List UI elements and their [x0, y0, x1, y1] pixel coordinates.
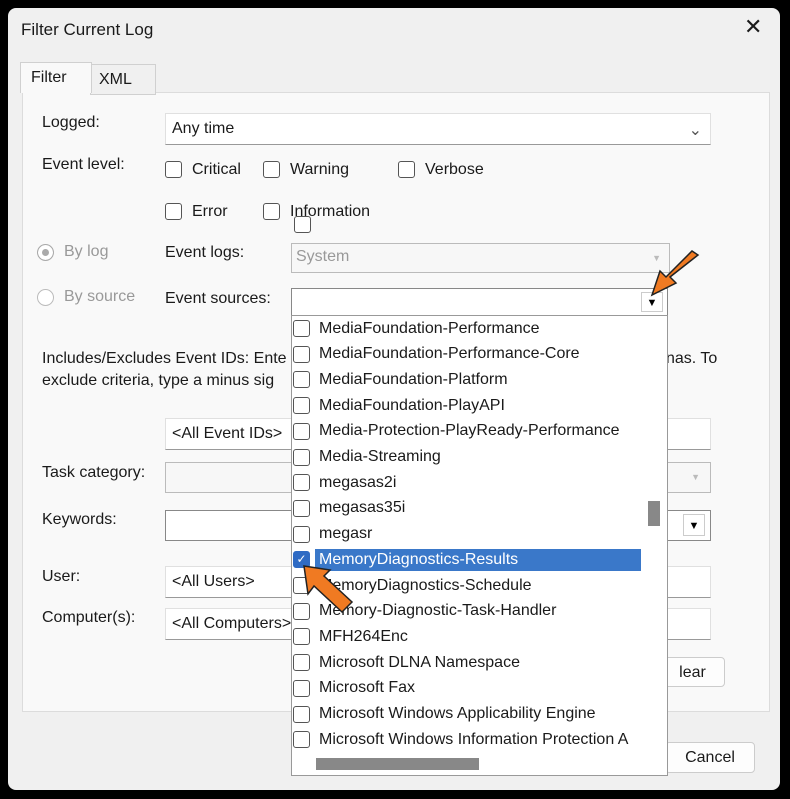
event-sources-select[interactable]: ▼ — [291, 288, 668, 316]
logged-label: Logged: — [42, 114, 100, 131]
stray-checkbox[interactable] — [294, 216, 311, 233]
keywords-label: Keywords: — [42, 511, 117, 528]
error-label: Error — [192, 203, 228, 220]
source-label: Microsoft DLNA Namespace — [319, 653, 520, 671]
source-label: MediaFoundation-PlayAPI — [319, 396, 505, 414]
source-label: Microsoft Fax — [319, 679, 416, 697]
by-source-label: By source — [64, 288, 136, 305]
source-list-item[interactable]: MediaFoundation-PlayAPI — [292, 393, 642, 418]
event-logs-select[interactable]: System ▼ — [291, 243, 670, 273]
source-label: Media-Streaming — [319, 448, 441, 465]
error-checkbox[interactable] — [165, 203, 182, 220]
verbose-checkbox[interactable] — [398, 161, 415, 178]
source-list-item[interactable]: MediaFoundation-Performance — [292, 316, 642, 341]
event-level-label: Event level: — [42, 156, 125, 173]
source-label: MediaFoundation-Platform — [319, 370, 508, 388]
source-list-item[interactable]: MediaFoundation-Performance-Core — [292, 342, 642, 367]
source-list-item[interactable]: Media-Protection-PlayReady-Performance — [292, 419, 642, 444]
source-checkbox[interactable] — [293, 499, 310, 517]
task-category-label: Task category: — [42, 464, 146, 481]
source-checkbox[interactable] — [293, 474, 310, 492]
source-list-item[interactable]: Microsoft DLNA Namespace — [292, 650, 642, 675]
source-checkbox[interactable] — [293, 679, 310, 697]
annotation-arrow-icon — [650, 250, 700, 297]
source-checkbox[interactable] — [293, 525, 310, 543]
source-checkbox[interactable] — [293, 397, 310, 415]
chevron-down-icon: ⌄ — [688, 122, 702, 139]
event-sources-dropdown-list[interactable]: MediaFoundation-Performance MediaFoundati… — [291, 315, 668, 776]
tab-filter[interactable]: Filter — [20, 62, 92, 93]
warning-checkbox[interactable] — [263, 161, 280, 178]
by-log-label: By log — [64, 243, 109, 260]
tab-xml[interactable]: XML — [90, 64, 156, 95]
critical-checkbox[interactable] — [165, 161, 182, 178]
annotation-arrow-icon — [303, 565, 354, 614]
source-list-item[interactable]: Microsoft Windows Applicability Engine — [292, 702, 642, 727]
close-icon[interactable]: ✕ — [744, 14, 762, 40]
source-list-item[interactable]: megasas35i — [292, 496, 642, 521]
source-checkbox[interactable] — [293, 345, 310, 363]
source-label: megasas2i — [319, 473, 397, 491]
event-logs-value: System — [296, 248, 350, 265]
warning-label: Warning — [290, 161, 349, 178]
by-source-radio[interactable] — [37, 289, 54, 306]
source-label: megasr — [319, 525, 373, 543]
source-list-item[interactable]: MediaFoundation-Platform — [292, 367, 642, 392]
source-label: Microsoft Windows Applicability Engine — [319, 705, 596, 722]
dialog-title: Filter Current Log — [21, 20, 154, 39]
logged-select[interactable]: Any time ⌄ — [165, 113, 711, 145]
source-list-item[interactable]: Microsoft Windows Information Protection… — [292, 727, 642, 752]
source-label: Media-Protection-PlayReady-Performance — [319, 422, 620, 440]
source-checkbox[interactable] — [293, 731, 310, 749]
source-checkbox[interactable] — [293, 320, 310, 337]
source-list-item[interactable]: Media-Streaming — [292, 445, 642, 470]
computers-value: <All Computers> — [172, 615, 292, 632]
user-value: <All Users> — [172, 573, 255, 590]
source-checkbox[interactable] — [293, 448, 310, 466]
critical-label: Critical — [192, 161, 241, 178]
source-label: MediaFoundation-Performance-Core — [319, 345, 580, 363]
event-logs-label: Event logs: — [165, 244, 245, 261]
user-label: User: — [42, 568, 81, 585]
source-checkbox[interactable] — [293, 705, 310, 723]
dropdown-arrow-icon: ▼ — [691, 472, 700, 482]
help-text-line1-end: nas. To — [666, 350, 718, 367]
vertical-scrollbar-thumb[interactable] — [648, 501, 660, 526]
source-label: MediaFoundation-Performance — [319, 319, 540, 337]
source-checkbox[interactable] — [293, 654, 310, 672]
source-list-item[interactable]: megasas2i — [292, 470, 642, 495]
help-text-line1: Includes/Excludes Event IDs: Ente — [42, 350, 287, 367]
cancel-button[interactable]: Cancel — [665, 742, 755, 773]
source-label: megasas35i — [319, 499, 406, 517]
source-checkbox[interactable] — [293, 371, 310, 389]
horizontal-scrollbar-thumb[interactable] — [316, 758, 479, 770]
by-log-radio[interactable] — [37, 244, 54, 261]
source-list-item[interactable]: Microsoft Fax — [292, 676, 642, 701]
dropdown-arrow-icon[interactable]: ▼ — [683, 514, 705, 536]
source-checkbox[interactable] — [293, 628, 310, 646]
information-checkbox[interactable] — [263, 203, 280, 220]
event-ids-value: <All Event IDs> — [172, 425, 283, 442]
source-label: MFH264Enc — [319, 627, 408, 645]
logged-value: Any time — [172, 120, 235, 137]
source-label: Microsoft Windows Information Protection… — [319, 730, 629, 748]
verbose-label: Verbose — [425, 161, 484, 178]
source-list-item[interactable]: MFH264Enc — [292, 624, 642, 649]
source-list-item[interactable]: megasr — [292, 522, 642, 547]
computers-label: Computer(s): — [42, 609, 136, 626]
event-sources-label: Event sources: — [165, 290, 271, 307]
help-text-line2: exclude criteria, type a minus sig — [42, 372, 275, 389]
source-checkbox[interactable] — [293, 422, 310, 440]
